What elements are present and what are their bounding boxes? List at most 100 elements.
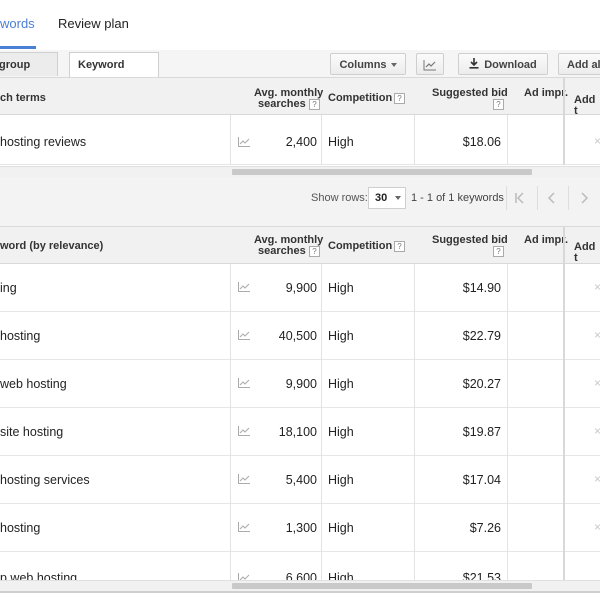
help-icon[interactable]: ? <box>309 246 320 257</box>
table-row[interactable]: ing 9,900 High $14.90 × <box>0 264 600 312</box>
chevron-down-icon <box>395 196 402 201</box>
page-range-text: 1 - 1 of 1 keywords <box>411 192 504 204</box>
previous-page-icon[interactable] <box>546 192 558 204</box>
trend-chart-icon[interactable] <box>238 426 250 436</box>
rows-per-page-select[interactable]: 30 <box>368 187 406 209</box>
remove-icon[interactable]: × <box>594 520 600 534</box>
tab-keyword-ideas[interactable]: Keyword ideas <box>69 52 159 95</box>
add-all-button[interactable]: Add all <box>558 53 600 75</box>
table-row[interactable]: p web hosting 6,600 High $21.53 <box>0 552 600 582</box>
divider <box>568 186 569 210</box>
pagination-bar: Show rows: 30 1 - 1 of 1 keywords <box>0 180 600 219</box>
col-suggested-bid[interactable]: Suggested bid <box>432 235 508 246</box>
divider <box>506 186 507 210</box>
avg-monthly-searches: 18,100 <box>278 425 317 439</box>
competition-value: High <box>328 521 354 535</box>
suggested-bid-value: $19.87 <box>462 425 501 439</box>
remove-icon[interactable]: × <box>594 472 600 486</box>
help-icon[interactable]: ? <box>309 99 320 110</box>
col-avg-monthly-line2[interactable]: searches <box>258 99 306 110</box>
remove-icon[interactable]: × <box>594 376 600 390</box>
col-ad-impr[interactable]: Ad impr. <box>524 235 568 246</box>
add-column-border <box>563 226 565 582</box>
remove-icon[interactable]: × <box>594 280 600 294</box>
scrollbar-thumb[interactable] <box>232 583 532 589</box>
chart-button[interactable] <box>416 53 444 75</box>
col-competition[interactable]: Competition <box>328 241 392 252</box>
col-add-to-plan: Add t <box>574 241 596 264</box>
competition-value: High <box>328 135 354 149</box>
keyword-text: hosting <box>0 329 41 343</box>
help-icon[interactable]: ? <box>493 246 504 257</box>
table-row[interactable]: hosting services 5,400 High $17.04 × <box>0 456 600 504</box>
toolbar: group ideas Keyword ideas Columns Downlo… <box>0 50 600 95</box>
col-ad-impr[interactable]: Ad impr. <box>524 88 568 99</box>
avg-monthly-searches: 9,900 <box>285 377 317 391</box>
horizontal-scrollbar[interactable] <box>0 580 600 591</box>
tab-ad-group-ideas[interactable]: group ideas <box>0 52 58 95</box>
table-row[interactable]: site hosting 18,100 High $19.87 × <box>0 408 600 456</box>
remove-icon[interactable]: × <box>594 328 600 342</box>
col-avg-monthly-line2[interactable]: searches <box>258 246 306 257</box>
keyword-text: site hosting <box>0 425 64 439</box>
download-button[interactable]: Download <box>458 53 548 75</box>
help-icon[interactable]: ? <box>394 241 405 252</box>
column-divider <box>507 115 508 165</box>
suggested-bid-value: $18.06 <box>462 135 501 149</box>
competition-value: High <box>328 329 354 343</box>
suggested-bid-value: $20.27 <box>462 377 501 391</box>
column-divider <box>321 264 322 582</box>
competition-value: High <box>328 377 354 391</box>
avg-monthly-searches: 40,500 <box>278 329 317 343</box>
col-competition[interactable]: Competition <box>328 93 392 104</box>
trend-chart-icon[interactable] <box>238 378 250 388</box>
horizontal-scrollbar[interactable] <box>0 166 600 177</box>
next-page-icon[interactable] <box>578 192 590 204</box>
show-rows-label: Show rows: <box>311 192 368 204</box>
column-divider <box>321 115 322 165</box>
remove-icon[interactable]: × <box>594 134 600 148</box>
avg-monthly-searches: 1,300 <box>285 521 317 535</box>
suggested-bid-value: $14.90 <box>462 281 501 295</box>
rows-per-page-value: 30 <box>375 192 388 204</box>
table-row[interactable]: hosting 40,500 High $22.79 × <box>0 312 600 360</box>
col-keyword-by-relevance[interactable]: word (by relevance) <box>0 241 103 252</box>
tab-review-plan[interactable]: Review plan <box>58 16 129 31</box>
keyword-ideas-header: word (by relevance) Avg. monthly searche… <box>0 226 600 264</box>
avg-monthly-searches: 5,400 <box>285 473 317 487</box>
trend-chart-icon[interactable] <box>238 474 250 484</box>
competition-value: High <box>328 473 354 487</box>
download-button-label: Download <box>484 59 537 71</box>
col-suggested-bid[interactable]: Suggested bid <box>432 88 508 99</box>
keyword-text: hosting services <box>0 473 90 487</box>
keyword-text: ing <box>0 281 17 295</box>
column-divider <box>230 115 231 165</box>
avg-monthly-searches: 2,400 <box>285 135 317 149</box>
table-row[interactable]: hosting reviews 2,400 High $18.06 × <box>0 115 600 165</box>
divider <box>537 186 538 210</box>
trend-chart-icon[interactable] <box>238 522 250 532</box>
column-divider <box>230 264 231 582</box>
competition-value: High <box>328 425 354 439</box>
col-search-terms[interactable]: ch terms <box>0 93 46 104</box>
trend-chart-icon[interactable] <box>238 282 250 292</box>
col-add-to-plan: Add t <box>574 94 596 117</box>
chart-icon <box>423 60 436 71</box>
columns-button-label: Columns <box>339 59 387 71</box>
help-icon[interactable]: ? <box>493 99 504 110</box>
suggested-bid-value: $7.26 <box>469 521 501 535</box>
table-row[interactable]: hosting 1,300 High $7.26 × <box>0 504 600 552</box>
first-page-icon[interactable] <box>514 192 526 204</box>
columns-button[interactable]: Columns <box>330 53 406 75</box>
trend-chart-icon[interactable] <box>238 137 250 147</box>
help-icon[interactable]: ? <box>394 93 405 104</box>
trend-chart-icon[interactable] <box>238 330 250 340</box>
table-row[interactable]: web hosting 9,900 High $20.27 × <box>0 360 600 408</box>
search-terms-header: ch terms Avg. monthly searches ? Competi… <box>0 77 600 117</box>
top-nav: words Review plan <box>0 0 600 50</box>
remove-icon[interactable]: × <box>594 424 600 438</box>
tab-keywords[interactable]: words <box>0 16 35 31</box>
competition-value: High <box>328 281 354 295</box>
keyword-text: web hosting <box>0 377 67 391</box>
scrollbar-thumb[interactable] <box>232 169 532 175</box>
